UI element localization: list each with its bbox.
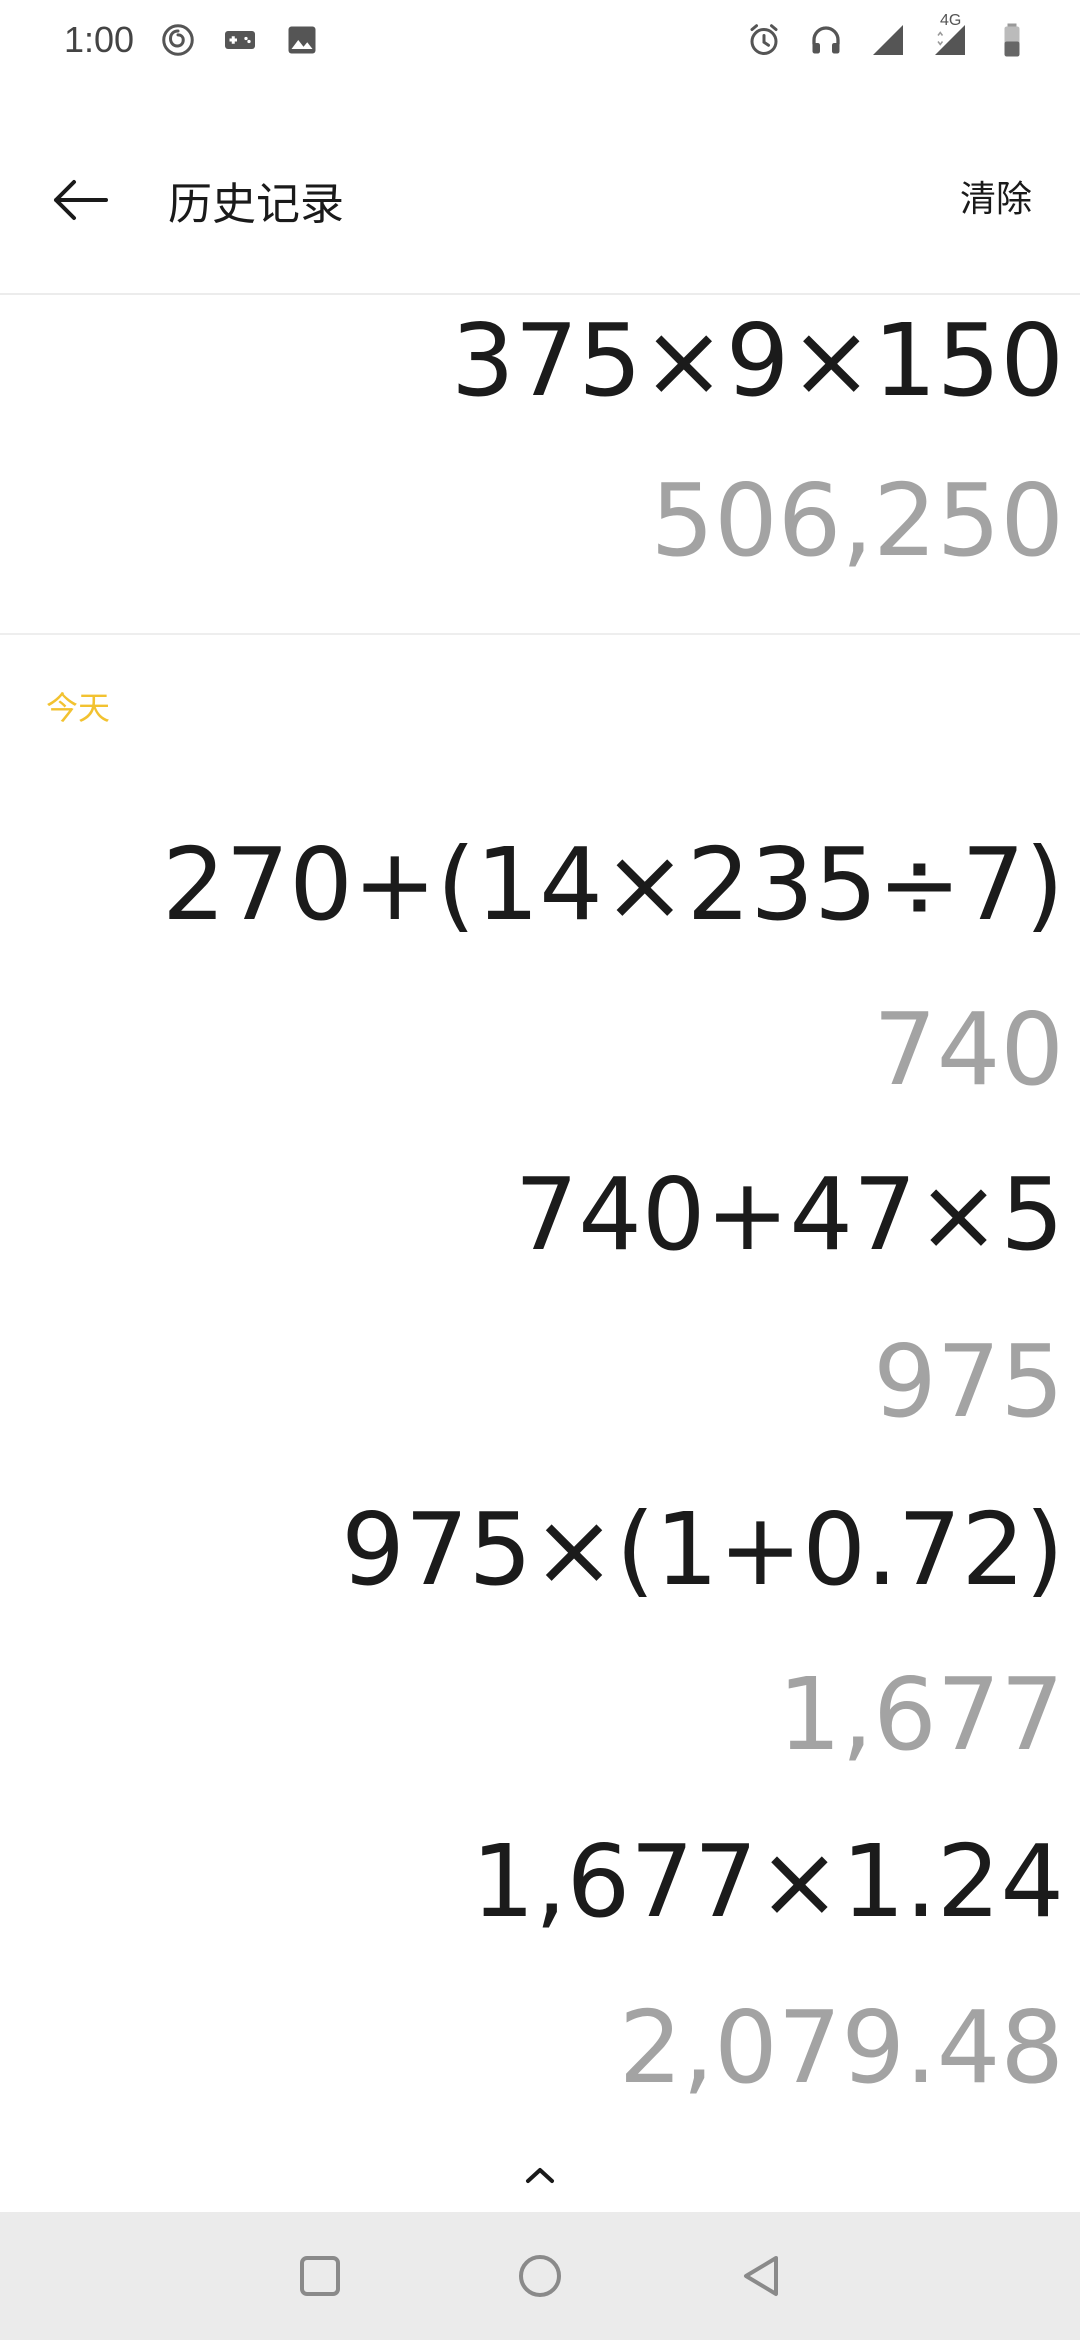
history-expression: 375×9×150 (451, 302, 1064, 419)
signal-icon (870, 22, 906, 58)
history-entry[interactable]: 740+47×5 (515, 1165, 1064, 1265)
history-expression: 1,677×1.24 (471, 1823, 1064, 1940)
status-left: 1:00 (64, 19, 320, 61)
recents-button[interactable] (290, 2246, 350, 2306)
back-nav-button[interactable] (730, 2246, 790, 2306)
collapse-button[interactable] (510, 2150, 570, 2200)
history-result: 2,079.48 (618, 1989, 1064, 2106)
battery-icon (994, 22, 1030, 58)
history-result: 1,677 (777, 1656, 1064, 1773)
netease-music-icon (160, 22, 196, 58)
history-entry[interactable]: 975×(1+0.72) (341, 1500, 1064, 1600)
image-icon (284, 22, 320, 58)
gamepad-icon (222, 22, 258, 58)
history-entry-result[interactable]: 975 (873, 1332, 1064, 1432)
back-button[interactable] (45, 170, 115, 230)
history-entry-result[interactable]: 2,079.48 (619, 1998, 1064, 2098)
status-bar: 1:00 4G (0, 0, 1080, 80)
app-bar: 历史记录 清除 (0, 110, 1080, 295)
status-right: 4G (746, 12, 1030, 58)
network-type-label: 4G (940, 12, 962, 29)
square-icon (300, 2256, 340, 2296)
history-expression: 270+(14×235÷7) (161, 826, 1064, 943)
history-result: 975 (873, 1323, 1064, 1440)
history-entry[interactable]: 375×9×150 (451, 311, 1064, 411)
history-list[interactable]: 375×9×150 506,250 今天 270+(14×235÷7) 740 … (0, 295, 1080, 2135)
chevron-up-icon (526, 2168, 554, 2183)
section-divider (0, 633, 1080, 635)
history-expression: 740+47×5 (514, 1156, 1064, 1273)
navigation-bar (0, 2212, 1080, 2340)
history-result: 506,250 (650, 462, 1064, 579)
clear-button[interactable]: 清除 (960, 170, 1032, 222)
page-title: 历史记录 (168, 179, 344, 230)
history-entry-result[interactable]: 506,250 (650, 471, 1064, 571)
section-label-today: 今天 (46, 689, 111, 727)
alarm-icon (746, 22, 782, 58)
arrow-left-icon (54, 180, 108, 220)
history-entry[interactable]: 1,677×1.24 (471, 1832, 1064, 1932)
history-entry-result[interactable]: 1,677 (778, 1665, 1064, 1765)
history-result: 740 (873, 991, 1064, 1108)
status-time: 1:00 (64, 19, 135, 60)
home-button[interactable] (510, 2246, 570, 2306)
history-entry-result[interactable]: 740 (873, 1000, 1064, 1100)
circle-icon (519, 2255, 561, 2297)
headphones-icon (808, 22, 844, 58)
history-expression: 975×(1+0.72) (341, 1491, 1064, 1608)
triangle-back-icon (744, 2256, 778, 2296)
history-entry[interactable]: 270+(14×235÷7) (162, 835, 1064, 935)
signal-4g-icon: 4G (932, 12, 968, 58)
